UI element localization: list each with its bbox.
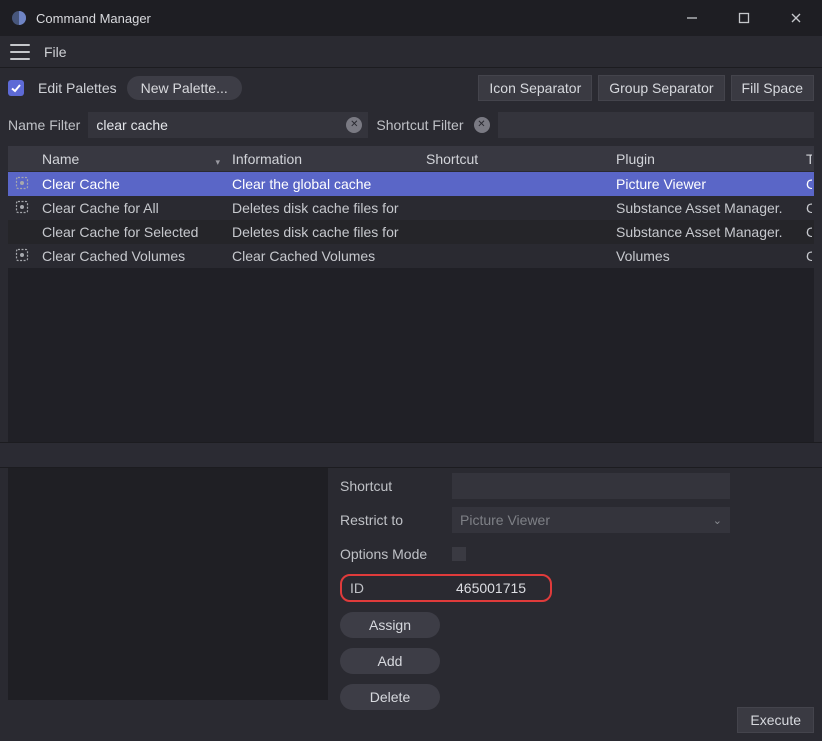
app-icon	[10, 9, 28, 27]
shortcut-input[interactable]	[452, 473, 730, 499]
th-plugin[interactable]: Plugin	[610, 151, 800, 167]
group-separator-button[interactable]: Group Separator	[598, 75, 724, 101]
chevron-down-icon: ⌄	[713, 514, 722, 527]
edit-palettes-label: Edit Palettes	[38, 80, 117, 96]
fill-space-button[interactable]: Fill Space	[731, 75, 814, 101]
cell-plugin: Substance Asset Manager.	[610, 200, 800, 216]
table-row[interactable]: Clear Cache Clear the global cache Picture…	[8, 172, 814, 196]
options-mode-checkbox[interactable]	[452, 547, 466, 561]
delete-button[interactable]: Delete	[340, 684, 440, 710]
shortcut-filter-input[interactable]	[498, 117, 815, 133]
restrict-value: Picture Viewer	[460, 512, 550, 528]
restrict-label: Restrict to	[340, 512, 452, 528]
cell-name: Clear Cache for Selected	[36, 224, 226, 240]
cell-name: Clear Cache for All	[36, 200, 226, 216]
th-t[interactable]: T	[800, 151, 812, 167]
cell-info: Deletes disk cache files for	[226, 200, 420, 216]
new-palette-button[interactable]: New Palette...	[127, 76, 242, 100]
name-filter-wrap	[88, 112, 368, 138]
command-icon	[14, 247, 30, 263]
shortcut-filter-wrap	[498, 112, 815, 138]
filter-row: Name Filter Shortcut Filter	[0, 108, 822, 142]
options-mode-label: Options Mode	[340, 546, 452, 562]
clear-name-filter-icon[interactable]	[346, 117, 362, 133]
shortcut-filter-label: Shortcut Filter	[376, 117, 463, 133]
splitter[interactable]	[0, 442, 822, 468]
th-name[interactable]: Name▾	[36, 151, 226, 167]
hamburger-icon[interactable]	[10, 44, 30, 60]
cell-name: Clear Cache	[42, 176, 120, 192]
clear-shortcut-filter-icon[interactable]	[474, 117, 490, 133]
cell-t: C	[800, 200, 812, 216]
icon-separator-button[interactable]: Icon Separator	[478, 75, 592, 101]
execute-button[interactable]: Execute	[737, 707, 814, 733]
cell-info: Clear the global cache	[226, 176, 420, 192]
cell-info: Deletes disk cache files for	[226, 224, 420, 240]
menu-file[interactable]: File	[44, 44, 67, 60]
preview-box	[8, 468, 328, 700]
sort-indicator-icon: ▾	[215, 157, 220, 167]
cell-plugin: Picture Viewer	[610, 176, 800, 192]
cell-t: C	[800, 224, 812, 240]
maximize-button[interactable]	[718, 0, 770, 36]
minimize-button[interactable]	[666, 0, 718, 36]
cell-plugin: Volumes	[610, 248, 800, 264]
id-label: ID	[350, 580, 450, 596]
toolbar: Edit Palettes New Palette... Icon Separa…	[0, 68, 822, 108]
cell-info: Clear Cached Volumes	[226, 248, 420, 264]
add-button[interactable]: Add	[340, 648, 440, 674]
menubar: File	[0, 36, 822, 68]
id-value: 465001715	[456, 580, 526, 596]
cell-plugin: Substance Asset Manager.	[610, 224, 800, 240]
command-icon	[14, 175, 30, 191]
table-row[interactable]: Clear Cache for AllDeletes disk cache fi…	[8, 196, 814, 220]
command-table: Name▾ Information Shortcut Plugin T Clea…	[8, 146, 814, 442]
table-header: Name▾ Information Shortcut Plugin T	[8, 146, 814, 172]
table-row[interactable]: Clear Cache for SelectedDeletes disk cac…	[8, 220, 814, 244]
th-information[interactable]: Information	[226, 151, 420, 167]
table-row[interactable]: Clear Cached VolumesClear Cached Volumes…	[8, 244, 814, 268]
cell-t: C	[800, 176, 812, 192]
cell-name: Clear Cached Volumes	[36, 248, 226, 264]
restrict-select[interactable]: Picture Viewer ⌄	[452, 507, 730, 533]
assign-button[interactable]: Assign	[340, 612, 440, 638]
name-filter-label: Name Filter	[8, 117, 80, 133]
id-row: ID 465001715	[340, 574, 552, 602]
edit-palettes-checkbox[interactable]	[8, 80, 24, 96]
th-shortcut[interactable]: Shortcut	[420, 151, 610, 167]
command-icon	[14, 199, 30, 215]
table-body: Clear Cache Clear the global cache Picture…	[8, 172, 814, 442]
shortcut-label: Shortcut	[340, 478, 452, 494]
properties: Shortcut Restrict to Picture Viewer ⌄ Op…	[340, 468, 814, 733]
close-button[interactable]	[770, 0, 822, 36]
name-filter-input[interactable]	[88, 117, 368, 133]
cell-t: C	[800, 248, 812, 264]
details-panel: Shortcut Restrict to Picture Viewer ⌄ Op…	[0, 468, 822, 741]
titlebar: Command Manager	[0, 0, 822, 36]
window-title: Command Manager	[36, 11, 151, 26]
